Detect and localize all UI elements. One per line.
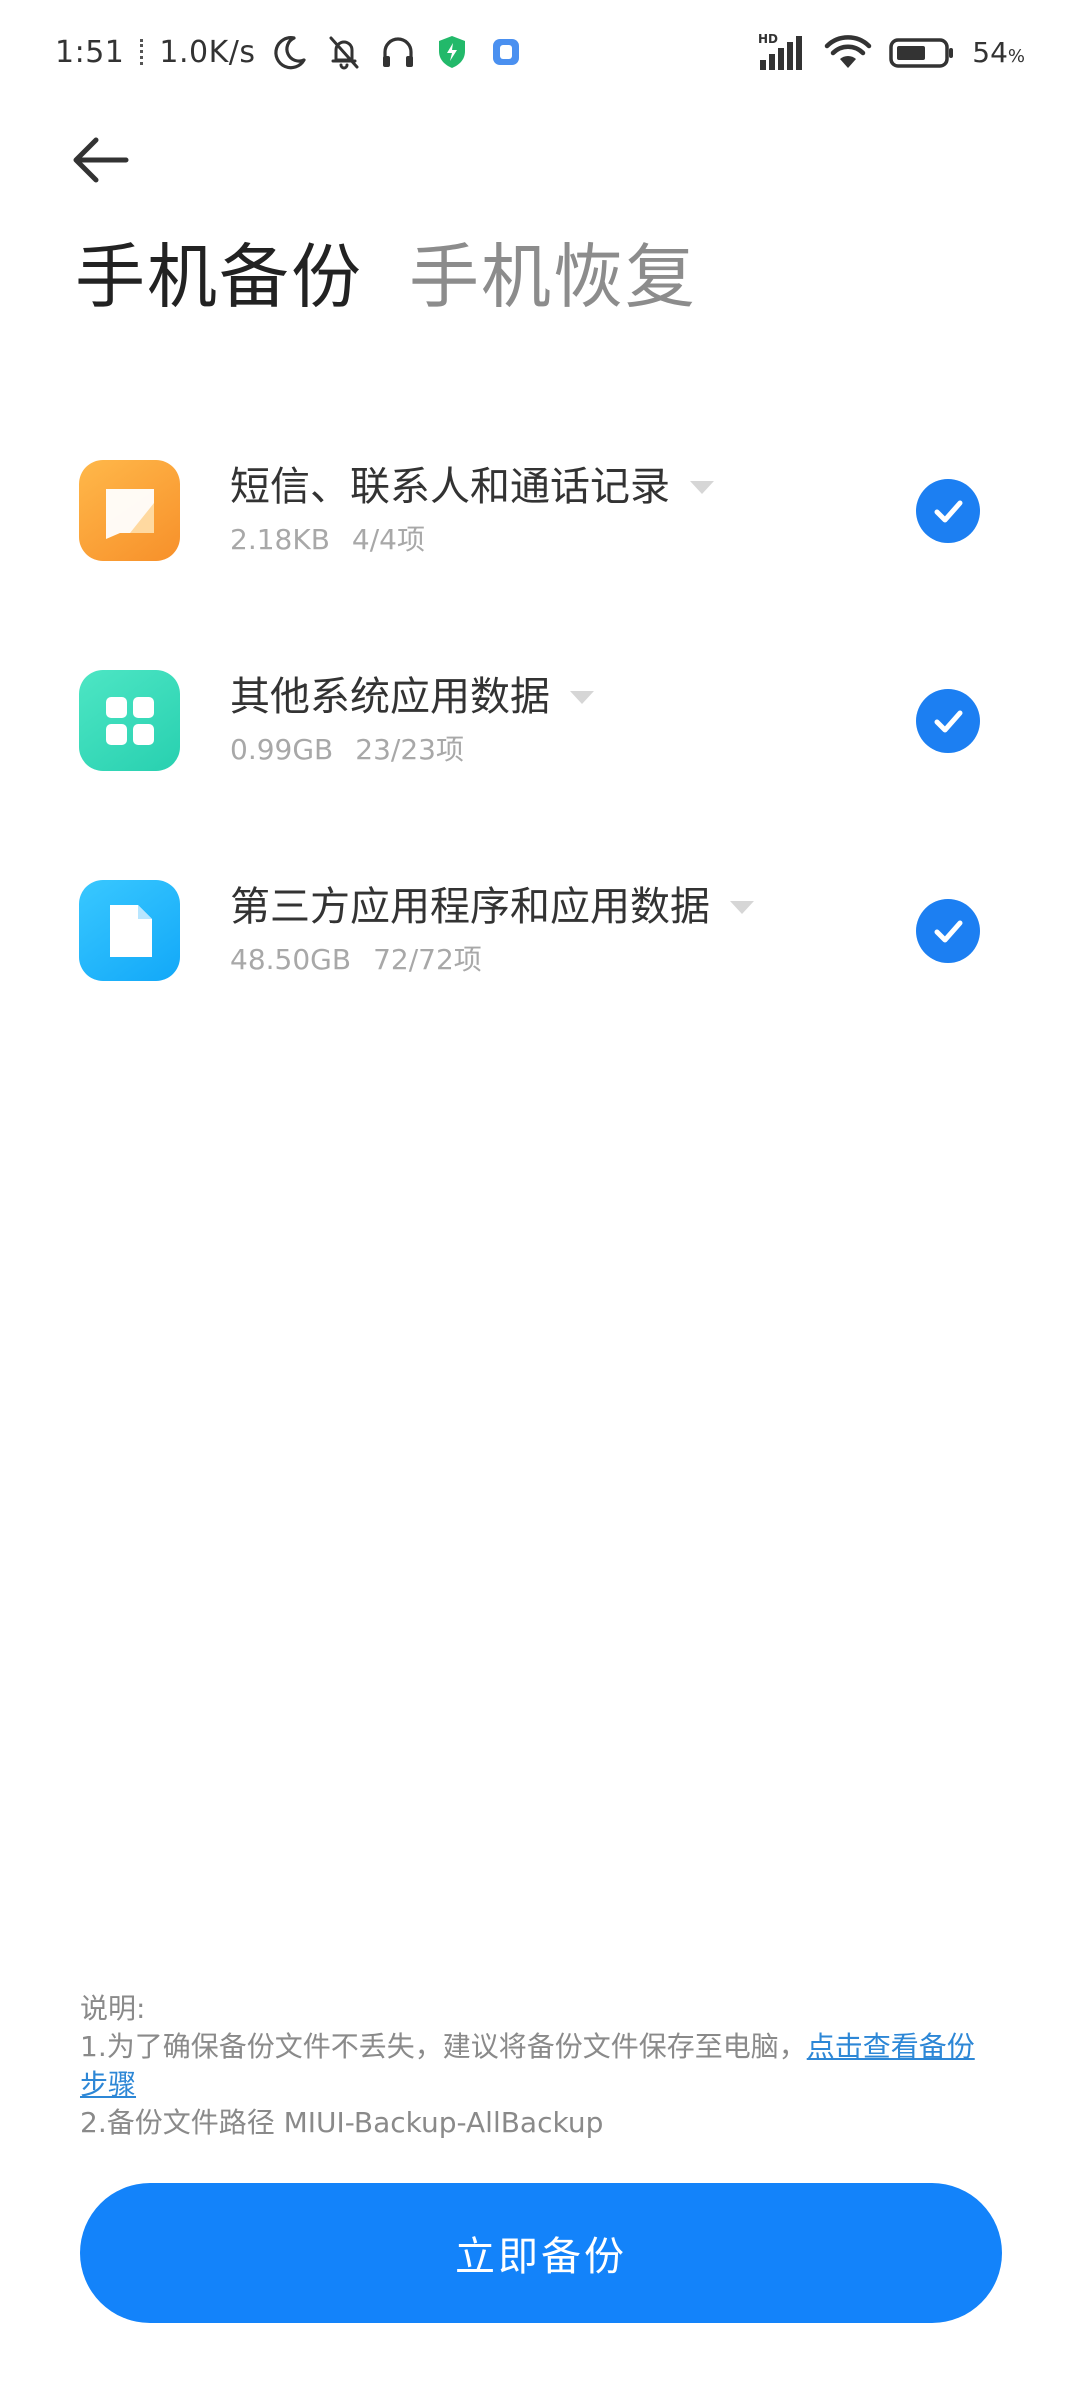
item-count: 4/4项 <box>351 523 425 556</box>
item-title: 短信、联系人和通话记录 <box>230 460 714 514</box>
item-title-text: 短信、联系人和通话记录 <box>230 464 670 510</box>
checkmark-icon <box>934 710 963 733</box>
status-separator <box>140 39 144 65</box>
battery-value: 54 <box>972 35 1008 69</box>
headphones-icon <box>382 37 413 67</box>
checkmark-icon <box>934 500 963 523</box>
status-bar-right: HD 54% <box>758 30 1025 74</box>
apps-grid-icon <box>79 670 180 771</box>
tab-phone-restore[interactable]: 手机恢复 <box>409 232 697 322</box>
list-item-messages-contacts[interactable]: 短信、联系人和通话记录 2.18KB 4/4项 <box>0 430 1080 640</box>
item-title: 第三方应用程序和应用数据 <box>230 880 754 934</box>
status-bar-left: 1:51 1.0K/s <box>55 30 526 74</box>
checkbox-checked[interactable] <box>916 479 980 543</box>
network-speed: 1.0K/s <box>159 34 256 70</box>
item-subtitle: 0.99GB 23/23项 <box>230 730 464 770</box>
item-title: 其他系统应用数据 <box>230 670 594 724</box>
item-subtitle: 48.50GB 72/72项 <box>230 940 482 980</box>
item-size: 48.50GB <box>230 943 352 976</box>
item-count: 23/23项 <box>355 733 464 766</box>
wifi-icon <box>825 35 872 68</box>
checkbox-checked[interactable] <box>916 689 980 753</box>
backup-item-list: 短信、联系人和通话记录 2.18KB 4/4项 其他系统应用数据 0.99GB <box>0 430 1080 1060</box>
chevron-down-icon[interactable] <box>570 690 594 704</box>
battery-unit: % <box>1007 45 1025 67</box>
signal-icon: HD <box>758 32 803 70</box>
list-item-third-party-apps[interactable]: 第三方应用程序和应用数据 48.50GB 72/72项 <box>0 850 1080 1060</box>
item-title-text: 其他系统应用数据 <box>230 674 550 720</box>
document-icon <box>79 880 180 981</box>
checkbox-checked[interactable] <box>916 899 980 963</box>
back-button[interactable] <box>70 125 150 195</box>
message-icon <box>79 460 180 561</box>
bell-off-icon <box>329 36 358 70</box>
tab-bar: 手机备份 手机恢复 <box>75 232 697 322</box>
notes-line-2: 2.备份文件路径 MIUI-Backup-AllBackup <box>80 2106 604 2139</box>
item-size: 2.18KB <box>230 523 330 556</box>
arrow-left-icon <box>73 137 129 183</box>
item-subtitle: 2.18KB 4/4项 <box>230 520 425 560</box>
checkmark-icon <box>934 920 963 943</box>
moon-icon <box>273 36 306 70</box>
status-bar: 1:51 1.0K/s HD 54% <box>0 0 1080 110</box>
signal-hd-label: HD <box>758 32 778 46</box>
item-count: 72/72项 <box>373 943 482 976</box>
battery-icon <box>889 38 954 68</box>
backup-now-button[interactable]: 立即备份 <box>80 2183 1002 2323</box>
item-title-text: 第三方应用程序和应用数据 <box>230 884 710 930</box>
list-item-system-app-data[interactable]: 其他系统应用数据 0.99GB 23/23项 <box>0 640 1080 850</box>
notes-heading: 说明: <box>80 1992 146 2025</box>
battery-percentage: 54% <box>972 36 1025 69</box>
shield-icon <box>438 36 465 68</box>
app-notification-icon <box>492 39 519 65</box>
status-time: 1:51 <box>55 34 125 70</box>
backup-notes: 说明: 1.为了确保备份文件不丢失，建议将备份文件保存至电脑，点击查看备份步骤 … <box>80 1990 1000 2142</box>
notes-line-1: 1.为了确保备份文件不丢失，建议将备份文件保存至电脑，点击查看备份步骤 <box>80 2028 1000 2104</box>
tab-phone-backup[interactable]: 手机备份 <box>75 232 363 322</box>
chevron-down-icon[interactable] <box>730 900 754 914</box>
chevron-down-icon[interactable] <box>690 480 714 494</box>
item-size: 0.99GB <box>230 733 334 766</box>
notes-line-1-text: 1.为了确保备份文件不丢失，建议将备份文件保存至电脑， <box>80 2030 807 2063</box>
